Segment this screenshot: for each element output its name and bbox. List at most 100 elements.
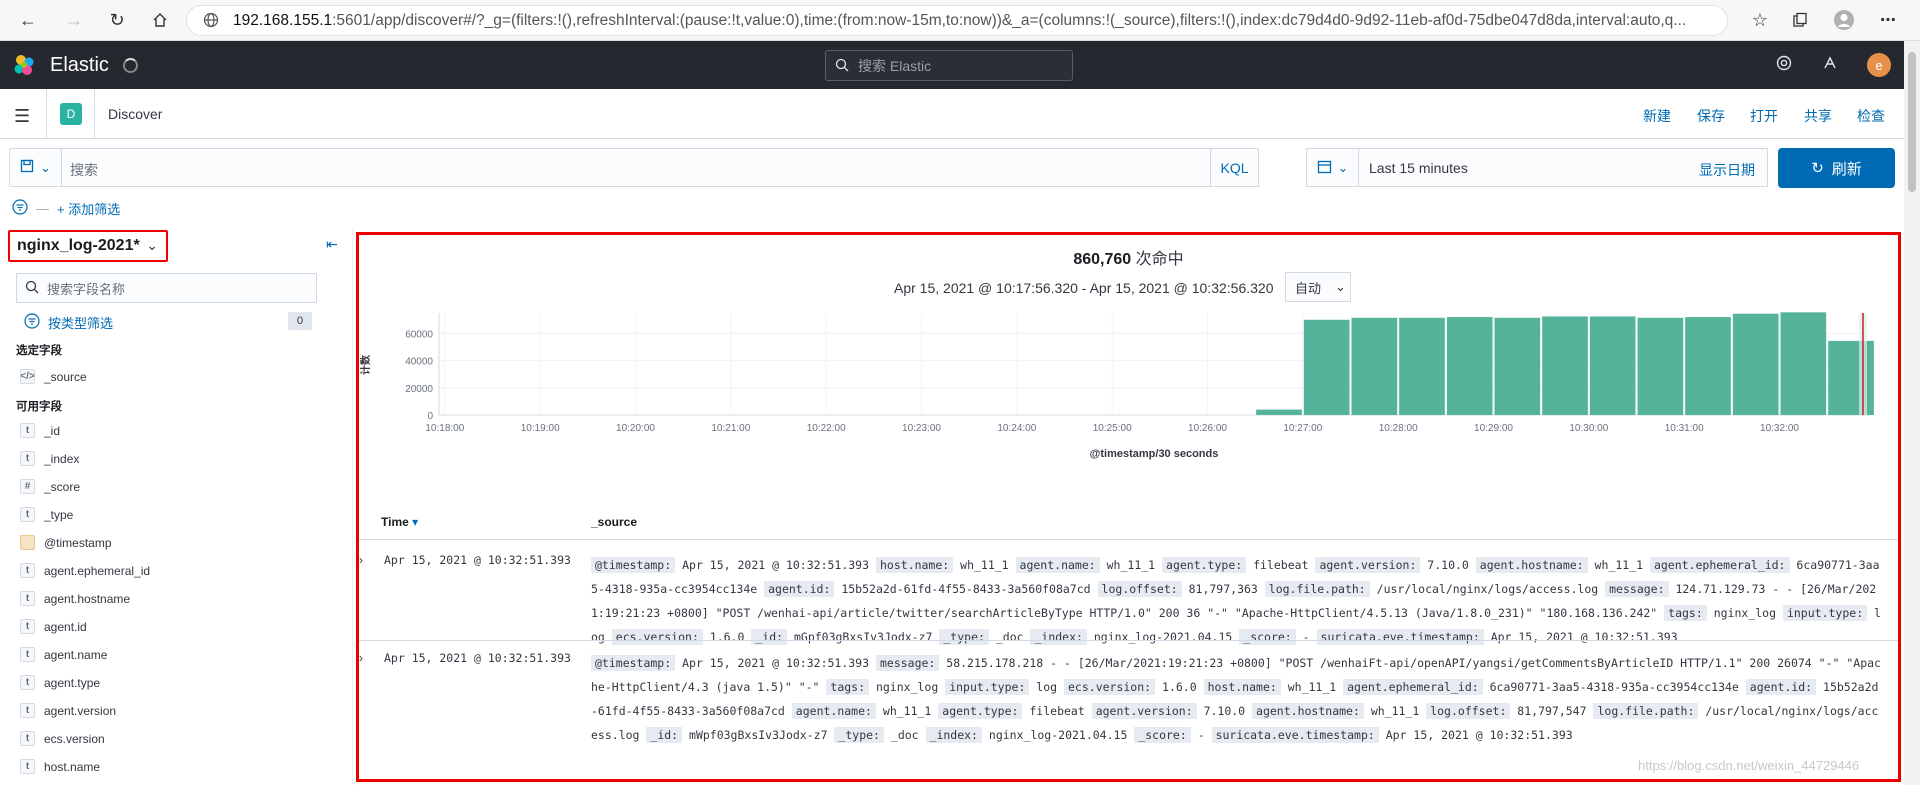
source-field-key: _score: — [1239, 629, 1296, 645]
x-tick-label: 10:27:00 — [1283, 423, 1322, 434]
available-field-item[interactable]: t agent.hostname — [20, 591, 130, 606]
field-sidebar: nginx_log-2021* ⌄ ⇤ 搜索字段名称 按类型筛选 0 选定字段 … — [0, 228, 345, 785]
field-search-input[interactable]: 搜索字段名称 — [16, 273, 317, 303]
available-field-item[interactable]: t agent.ephemeral_id — [20, 563, 150, 578]
y-tick-label: 60000 — [405, 329, 433, 340]
more-menu-icon[interactable]: ⋯ — [1874, 6, 1902, 34]
collapse-sidebar-icon[interactable]: ⇤ — [326, 236, 338, 253]
histogram-chart[interactable]: 0 20000 40000 60000 计数 10:18:00 10:19:00 10:20:… — [359, 305, 1898, 510]
filter-options-icon[interactable] — [12, 199, 28, 218]
refresh-button[interactable]: ↻ 刷新 — [1778, 148, 1895, 188]
x-tick-label: 10:23:00 — [902, 423, 941, 434]
available-field-item[interactable]: # _score — [20, 479, 80, 494]
string-field-icon: t — [20, 591, 35, 606]
string-field-icon: t — [20, 675, 35, 690]
source-field-key: @timestamp: — [591, 655, 676, 671]
source-field-key: agent.id: — [764, 581, 835, 597]
string-field-icon: t — [20, 703, 35, 718]
newsfeed-icon[interactable] — [1822, 55, 1838, 76]
source-field-key: agent.type: — [1162, 557, 1247, 573]
source-field-key: @timestamp: — [591, 557, 676, 573]
forward-arrow-icon[interactable]: → — [60, 6, 88, 34]
field-name: agent.ephemeral_id — [44, 563, 151, 578]
available-field-item[interactable]: @timestamp — [20, 535, 112, 550]
open-button[interactable]: 打开 — [1750, 106, 1778, 126]
source-field-key: _index: — [1030, 629, 1087, 645]
histogram-bar — [1351, 317, 1398, 415]
index-pattern-selector[interactable]: nginx_log-2021* ⌄ — [8, 230, 168, 262]
inspect-button[interactable]: 检查 — [1857, 106, 1885, 126]
elastic-logo-icon[interactable] — [12, 53, 36, 77]
histogram-bar — [1542, 316, 1588, 415]
show-dates-link[interactable]: 显示日期 — [1699, 160, 1755, 180]
query-input[interactable]: 搜索 — [70, 160, 98, 180]
kql-language-button[interactable]: KQL — [1210, 149, 1258, 186]
add-filter-button[interactable]: + 添加筛选 — [57, 199, 120, 218]
chevron-down-icon: ⌄ — [146, 237, 158, 253]
available-field-item[interactable]: t _type — [20, 507, 73, 522]
help-icon[interactable] — [1776, 55, 1792, 76]
available-field-item[interactable]: t host.name — [20, 759, 100, 774]
share-button[interactable]: 共享 — [1804, 106, 1832, 126]
expand-row-icon[interactable]: › — [359, 651, 363, 665]
source-field-key: log.file.path: — [1593, 703, 1699, 719]
filter-icon — [24, 313, 40, 332]
available-field-item[interactable]: t _index — [20, 451, 79, 466]
watermark-text: https://blog.csdn.net/weixin_44729446 — [1638, 758, 1860, 773]
y-axis-label: 计数 — [359, 354, 372, 375]
source-field-value: 6ca90771-3aa5-4318-935a-cc3954cc134e — [1482, 680, 1746, 694]
expand-row-icon[interactable]: › — [359, 553, 363, 567]
available-field-item[interactable]: t _id — [20, 423, 60, 438]
save-button[interactable]: 保存 — [1697, 106, 1725, 126]
interval-select[interactable]: 自动 ⌄ — [1285, 272, 1351, 302]
selected-field-item[interactable]: </> _source — [20, 369, 87, 384]
kibana-header: Elastic 搜索 Elastic e — [0, 41, 1904, 89]
available-field-item[interactable]: t agent.id — [20, 619, 87, 634]
field-name: agent.version — [44, 703, 117, 718]
profile-icon[interactable] — [1830, 6, 1858, 34]
breadcrumb-discover[interactable]: Discover — [108, 106, 162, 122]
source-field-key: input.type: — [945, 679, 1030, 695]
collections-icon[interactable] — [1786, 6, 1814, 34]
histogram-bar — [1446, 317, 1493, 415]
global-search-input[interactable]: 搜索 Elastic — [825, 50, 1073, 81]
save-disk-icon — [20, 159, 34, 176]
chevron-down-icon: ⌄ — [40, 159, 51, 175]
source-field-key: agent.name: — [791, 703, 876, 719]
x-tick-label: 10:26:00 — [1188, 423, 1227, 434]
brand-name[interactable]: Elastic — [50, 54, 109, 77]
x-tick-label: 10:31:00 — [1665, 423, 1704, 434]
string-field-icon: t — [20, 759, 35, 774]
date-picker: ⌄ Last 15 minutes 显示日期 — [1306, 148, 1768, 187]
x-tick-label: 10:22:00 — [807, 423, 846, 434]
menu-hamburger-icon[interactable]: ☰ — [14, 106, 30, 127]
saved-query-button[interactable]: ⌄ — [10, 149, 62, 186]
available-field-item[interactable]: t agent.name — [20, 647, 107, 662]
address-bar[interactable]: 192.168.155.1:5601/app/discover#/?_g=(fi… — [186, 5, 1728, 36]
calendar-icon — [1317, 159, 1332, 177]
page-scrollbar-thumb[interactable] — [1908, 52, 1916, 192]
source-field-key: message: — [875, 655, 940, 671]
home-icon[interactable] — [146, 6, 174, 34]
url-host: 192.168.155.1 — [233, 11, 333, 29]
filter-by-type-button[interactable]: 按类型筛选 — [24, 313, 113, 332]
source-field-value: Apr 15, 2021 @ 10:32:51.393 — [675, 558, 876, 572]
available-field-item[interactable]: t ecs.version — [20, 731, 105, 746]
available-field-item[interactable]: t agent.type — [20, 675, 100, 690]
sort-descending-icon[interactable]: ▾ — [412, 515, 418, 529]
column-header-source[interactable]: _source — [591, 515, 637, 529]
available-field-item[interactable]: t agent.version — [20, 703, 116, 718]
column-header-time[interactable]: Time ▾ — [381, 515, 418, 529]
favorites-star-icon[interactable]: ☆ — [1746, 6, 1774, 34]
time-range-label[interactable]: Last 15 minutes — [1369, 160, 1468, 176]
new-button[interactable]: 新建 — [1643, 106, 1671, 126]
source-field-key: tags: — [826, 679, 870, 695]
source-field-value: Apr 15, 2021 @ 10:32:51.393 — [675, 656, 876, 670]
reload-icon[interactable]: ↻ — [103, 6, 131, 34]
x-tick-label: 10:29:00 — [1474, 423, 1513, 434]
user-avatar[interactable]: e — [1867, 53, 1891, 77]
back-arrow-icon[interactable]: ← — [14, 6, 42, 34]
histogram-bar — [1494, 317, 1541, 415]
y-tick-label: 40000 — [405, 357, 433, 368]
quick-select-button[interactable]: ⌄ — [1307, 149, 1359, 186]
